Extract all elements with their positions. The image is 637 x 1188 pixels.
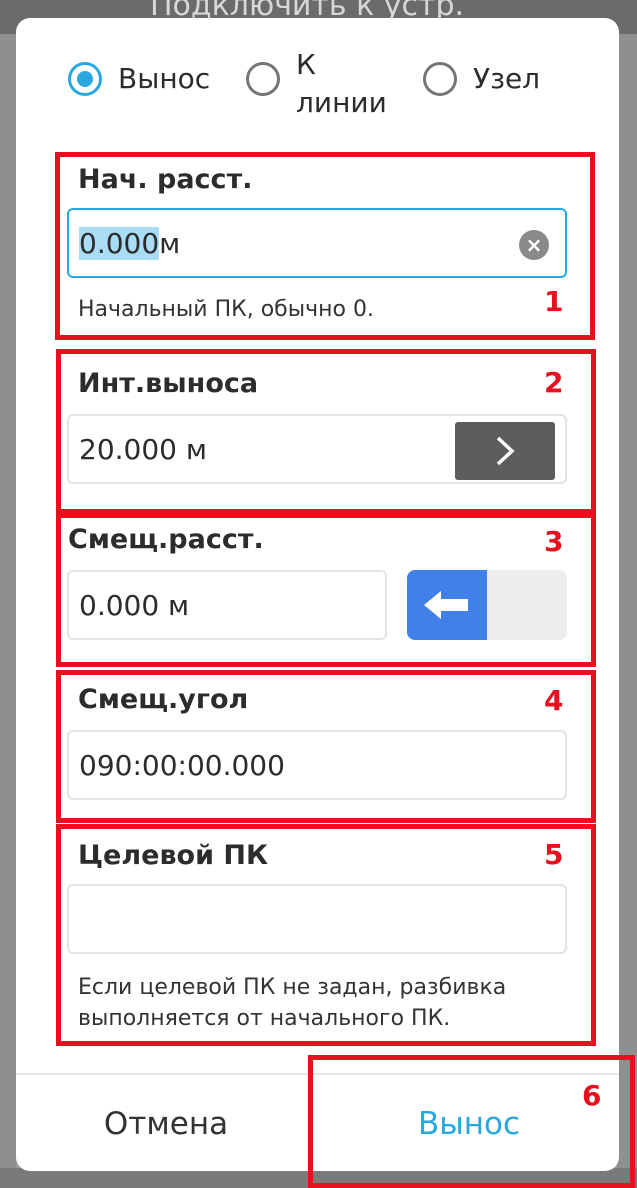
annotation-box-5 bbox=[56, 824, 596, 1046]
radio-to-line-label-line2: линии bbox=[296, 86, 387, 119]
annotation-box-6 bbox=[308, 1055, 635, 1188]
annotation-box-2 bbox=[56, 349, 596, 514]
annotation-number-4: 4 bbox=[544, 684, 564, 717]
radio-stakeout[interactable]: Вынос bbox=[68, 46, 210, 98]
annotation-number-5: 5 bbox=[544, 838, 564, 871]
mode-radio-group: Вынос К линии Узел bbox=[16, 46, 619, 136]
cancel-button[interactable]: Отмена bbox=[16, 1075, 316, 1171]
radio-node[interactable]: Узел bbox=[423, 46, 540, 98]
radio-node-label: Узел bbox=[473, 62, 541, 95]
radio-to-line-label: К линии bbox=[296, 46, 387, 122]
radio-checked-icon bbox=[68, 62, 102, 96]
background-right-panel bbox=[617, 34, 637, 1188]
annotation-box-1 bbox=[55, 152, 595, 340]
background-left-panel bbox=[0, 34, 16, 1188]
radio-to-line[interactable]: К линии bbox=[246, 46, 387, 122]
radio-stakeout-label: Вынос bbox=[118, 62, 211, 95]
radio-unchecked-icon bbox=[246, 62, 280, 96]
radio-unchecked-icon bbox=[423, 62, 457, 96]
annotation-number-3: 3 bbox=[544, 525, 564, 558]
annotation-number-2: 2 bbox=[544, 366, 564, 399]
annotation-number-1: 1 bbox=[544, 285, 564, 318]
annotation-box-4 bbox=[56, 670, 596, 823]
annotation-number-6: 6 bbox=[582, 1079, 602, 1112]
radio-to-line-label-line1: К bbox=[296, 48, 316, 81]
annotation-box-3 bbox=[56, 513, 596, 667]
